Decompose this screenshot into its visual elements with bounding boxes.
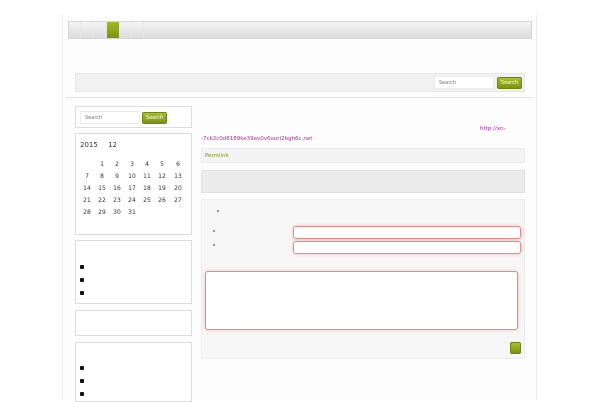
nav-tab-5[interactable] — [120, 22, 132, 38]
calendar-day[interactable]: 26 — [155, 197, 169, 204]
sidebar-empty-widget — [75, 310, 192, 336]
nav-tab-2[interactable] — [81, 22, 93, 38]
calendar-day[interactable]: 11 — [140, 173, 154, 180]
calendar-day[interactable]: 29 — [95, 209, 109, 216]
post-url-link[interactable]: http://xn- — [480, 126, 506, 132]
top-navigation — [68, 21, 532, 39]
calendar-week-2: 7 8 9 10 11 12 13 — [80, 173, 185, 184]
form-bullet — [217, 210, 219, 212]
calendar-day[interactable]: 4 — [140, 161, 154, 168]
calendar-day[interactable]: 16 — [110, 185, 124, 192]
header-divider — [66, 97, 534, 98]
calendar-day[interactable]: 17 — [125, 185, 139, 192]
list-bullet — [80, 291, 84, 295]
calendar-day[interactable]: 30 — [110, 209, 124, 216]
permalink-bar: Permlink — [201, 148, 525, 163]
sidebar-search-button[interactable]: Search — [142, 112, 167, 124]
calendar-day[interactable]: 23 — [110, 197, 124, 204]
form-bullet — [213, 244, 215, 246]
calendar-day[interactable]: 3 — [125, 161, 139, 168]
calendar-day[interactable]: 14 — [80, 185, 94, 192]
calendar-day[interactable]: 19 — [155, 185, 169, 192]
calendar-day[interactable]: 22 — [95, 197, 109, 204]
list-bullet — [80, 278, 84, 282]
calendar-day[interactable]: 9 — [110, 173, 124, 180]
calendar-day[interactable]: 31 — [125, 209, 139, 216]
post-url-link-continued[interactable]: -7ck2c0d8189ke39av0v6ouri2bgh6c.net — [201, 136, 312, 142]
comment-name-field[interactable] — [293, 226, 521, 239]
nav-tab-6[interactable] — [132, 22, 144, 38]
list-bullet — [80, 366, 84, 370]
calendar-day[interactable]: 28 — [80, 209, 94, 216]
calendar-day[interactable]: 15 — [95, 185, 109, 192]
calendar-header: 2015 12 — [80, 141, 125, 149]
calendar-week-3: 14 15 16 17 18 19 20 — [80, 185, 185, 196]
comment-email-field[interactable] — [293, 241, 521, 254]
nav-tab-1[interactable] — [69, 22, 81, 38]
list-bullet — [80, 379, 84, 383]
nav-tab-active[interactable] — [107, 22, 119, 38]
comments-header-bar — [201, 170, 525, 193]
calendar-day[interactable]: 21 — [80, 197, 94, 204]
sidebar-list-widget-1 — [75, 240, 192, 304]
comment-submit-button[interactable] — [510, 342, 521, 354]
calendar-day[interactable]: 7 — [80, 173, 94, 180]
calendar-day[interactable]: 20 — [171, 185, 185, 192]
comment-textarea[interactable] — [205, 271, 518, 330]
permalink-link[interactable]: Permlink — [205, 153, 229, 159]
calendar-day[interactable]: 10 — [125, 173, 139, 180]
calendar-day[interactable]: 24 — [125, 197, 139, 204]
calendar-day[interactable]: 13 — [171, 173, 185, 180]
list-bullet — [80, 392, 84, 396]
list-bullet — [80, 265, 84, 269]
calendar-day[interactable]: 5 — [155, 161, 169, 168]
nav-tab-3[interactable] — [94, 22, 106, 38]
sidebar-search-input[interactable] — [80, 111, 140, 124]
calendar-week-5: 28 29 30 31 — [80, 209, 185, 220]
calendar-day[interactable]: 12 — [155, 173, 169, 180]
calendar-week-4: 21 22 23 24 25 26 27 — [80, 197, 185, 208]
calendar-day[interactable]: 27 — [171, 197, 185, 204]
calendar-day[interactable]: 25 — [140, 197, 154, 204]
calendar-day[interactable]: 6 — [171, 161, 185, 168]
form-bullet — [213, 230, 215, 232]
header-search-button[interactable]: Search — [497, 77, 522, 89]
calendar-month: 12 — [108, 141, 117, 149]
calendar-year: 2015 — [80, 141, 98, 149]
calendar-day[interactable]: 18 — [140, 185, 154, 192]
calendar-day[interactable]: 8 — [95, 173, 109, 180]
sidebar-list-widget-2 — [75, 342, 192, 402]
calendar-day[interactable]: 1 — [95, 161, 109, 168]
calendar-day[interactable]: 2 — [110, 161, 124, 168]
header-search-input[interactable] — [434, 76, 494, 89]
calendar-week-1: 1 2 3 4 5 6 — [80, 161, 185, 172]
